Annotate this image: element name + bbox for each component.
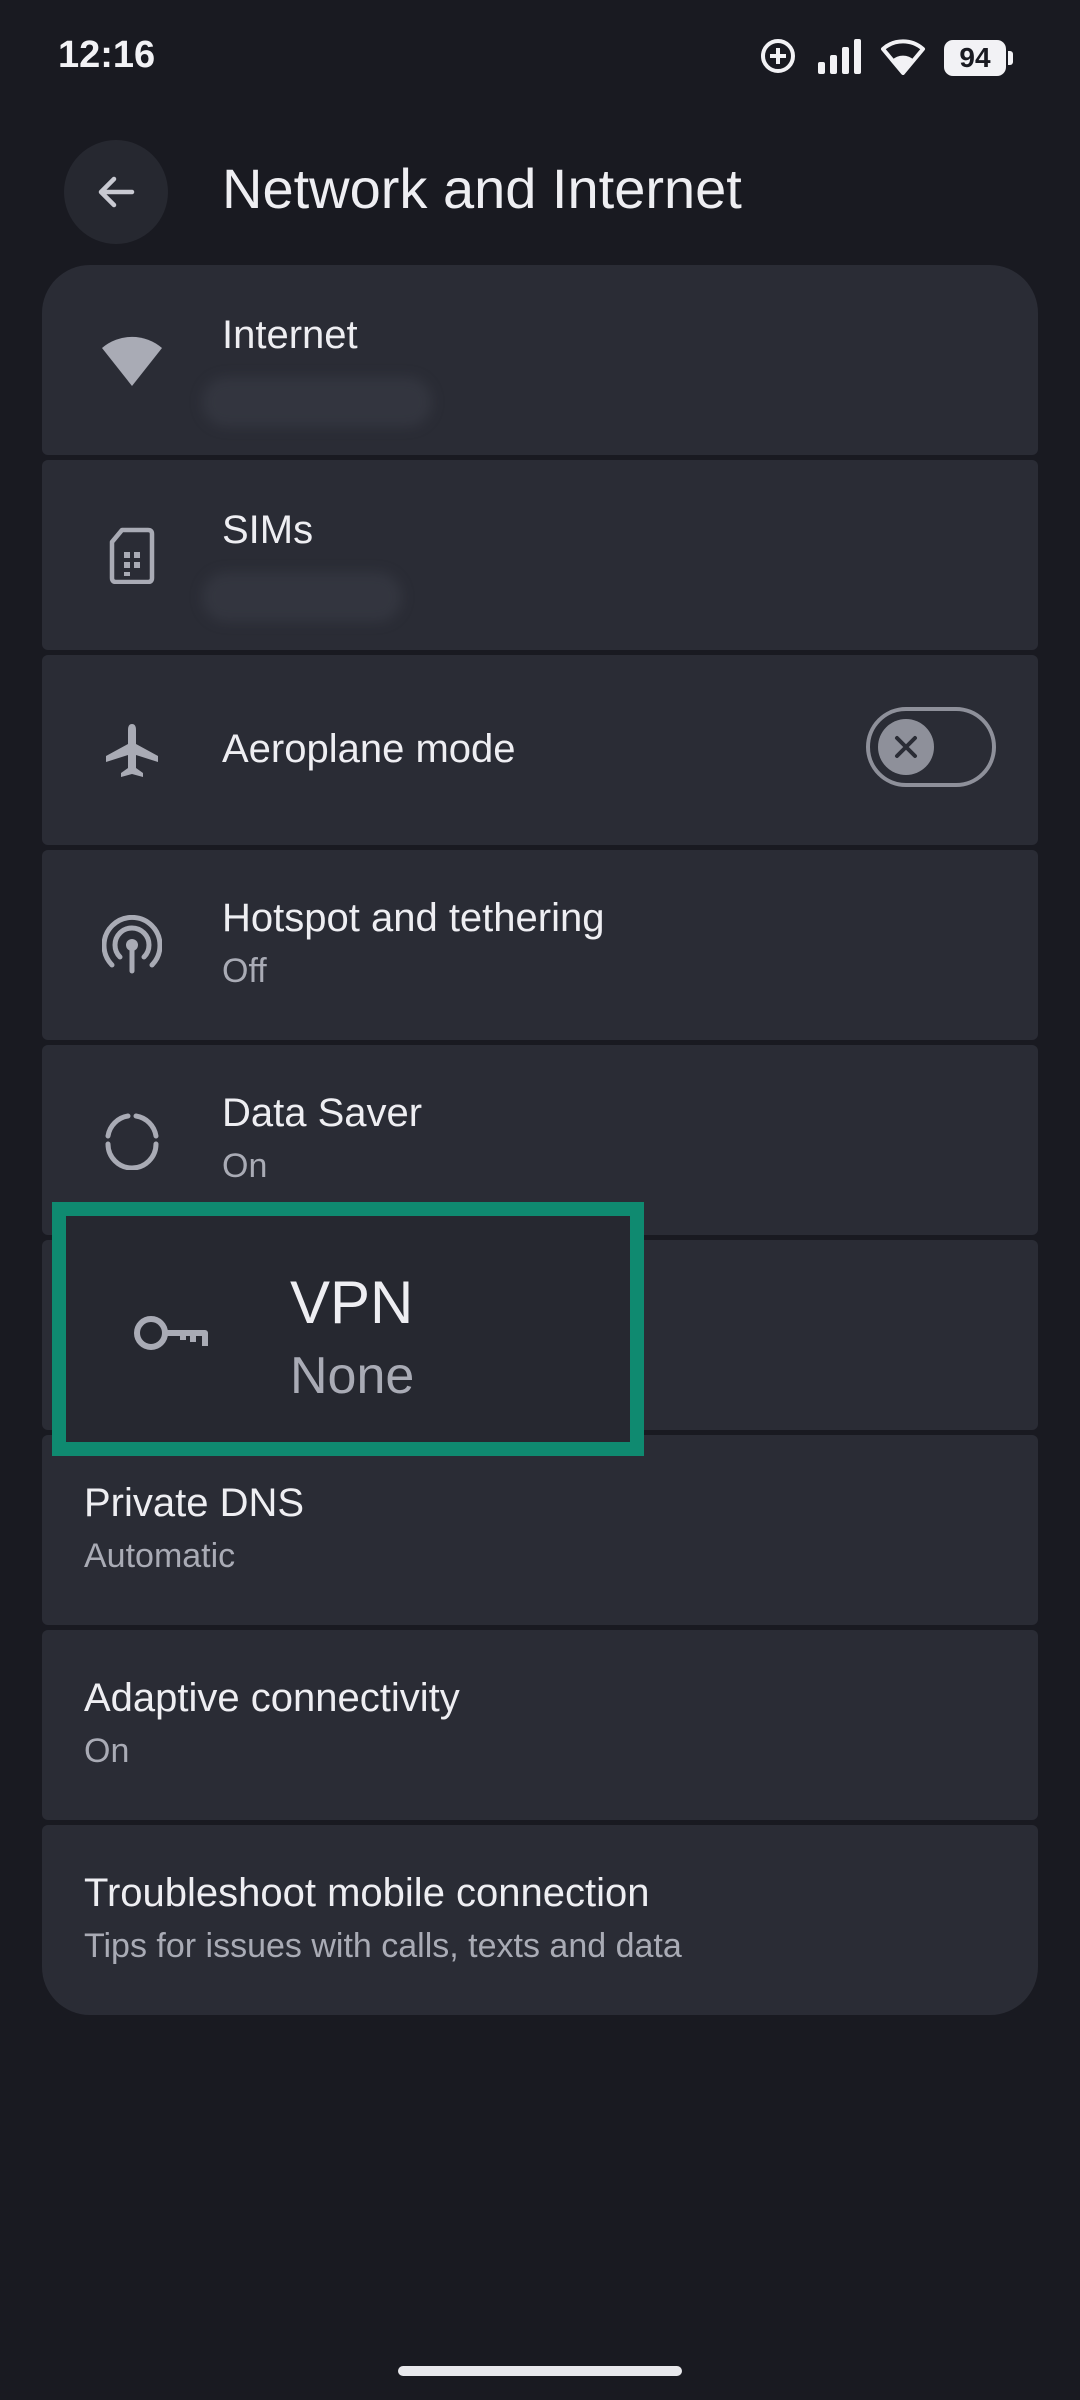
adaptive-connectivity-subtitle: On: [84, 1732, 130, 1770]
vpn-title: VPN: [290, 1269, 414, 1336]
wifi-icon: [880, 37, 926, 80]
toggle-thumb: [878, 719, 934, 775]
troubleshoot-subtitle: Tips for issues with calls, texts and da…: [84, 1927, 682, 1965]
sims-status-blurred: [202, 572, 402, 622]
hotspot-item[interactable]: Hotspot and tethering Off: [42, 850, 1038, 1040]
page-title: Network and Internet: [222, 157, 742, 220]
back-button[interactable]: [64, 140, 168, 244]
troubleshoot-item[interactable]: Troubleshoot mobile connection Tips for …: [42, 1825, 1038, 2015]
vpn-item[interactable]: VPN None: [52, 1202, 644, 1456]
aeroplane-mode-item[interactable]: Aeroplane mode: [42, 655, 1038, 845]
home-indicator[interactable]: [398, 2366, 682, 2376]
settings-list: Internet SIMs Aeroplane mode Hotspot and…: [42, 265, 1038, 2015]
private-dns-title: Private DNS: [84, 1481, 305, 1525]
hotspot-title: Hotspot and tethering: [222, 896, 605, 940]
arrow-back-icon: [98, 176, 135, 208]
aeroplane-mode-title: Aeroplane mode: [222, 727, 516, 771]
internet-title: Internet: [222, 313, 358, 357]
hotspot-subtitle: Off: [222, 952, 267, 990]
sims-item[interactable]: SIMs: [42, 460, 1038, 650]
data-saver-title: Data Saver: [222, 1091, 423, 1135]
close-icon: [895, 736, 917, 758]
status-icons: 94: [758, 36, 1013, 81]
troubleshoot-title: Troubleshoot mobile connection: [84, 1871, 650, 1915]
vpn-subtitle: None: [290, 1347, 415, 1405]
internet-status-blurred: [202, 377, 432, 427]
airplane-icon: [100, 718, 164, 782]
data-saver-subtitle: On: [222, 1147, 268, 1185]
aeroplane-mode-toggle[interactable]: [866, 707, 996, 787]
adaptive-connectivity-title: Adaptive connectivity: [84, 1676, 460, 1720]
key-icon: [126, 1288, 216, 1378]
internet-item[interactable]: Internet: [42, 265, 1038, 455]
private-dns-item[interactable]: Private DNS Automatic: [42, 1435, 1038, 1625]
data-saver-status-icon: [758, 36, 798, 81]
battery-icon: 94: [944, 40, 1013, 76]
sims-title: SIMs: [222, 508, 314, 552]
private-dns-subtitle: Automatic: [84, 1537, 236, 1575]
hotspot-icon: [100, 913, 164, 977]
data-saver-icon: [100, 1108, 164, 1172]
wifi-icon: [100, 328, 164, 392]
sim-card-icon: [100, 523, 164, 587]
signal-icon: [816, 38, 862, 79]
status-time: 12:16: [58, 34, 156, 76]
adaptive-connectivity-item[interactable]: Adaptive connectivity On: [42, 1630, 1038, 1820]
status-bar: 12:16 94: [0, 0, 1080, 120]
